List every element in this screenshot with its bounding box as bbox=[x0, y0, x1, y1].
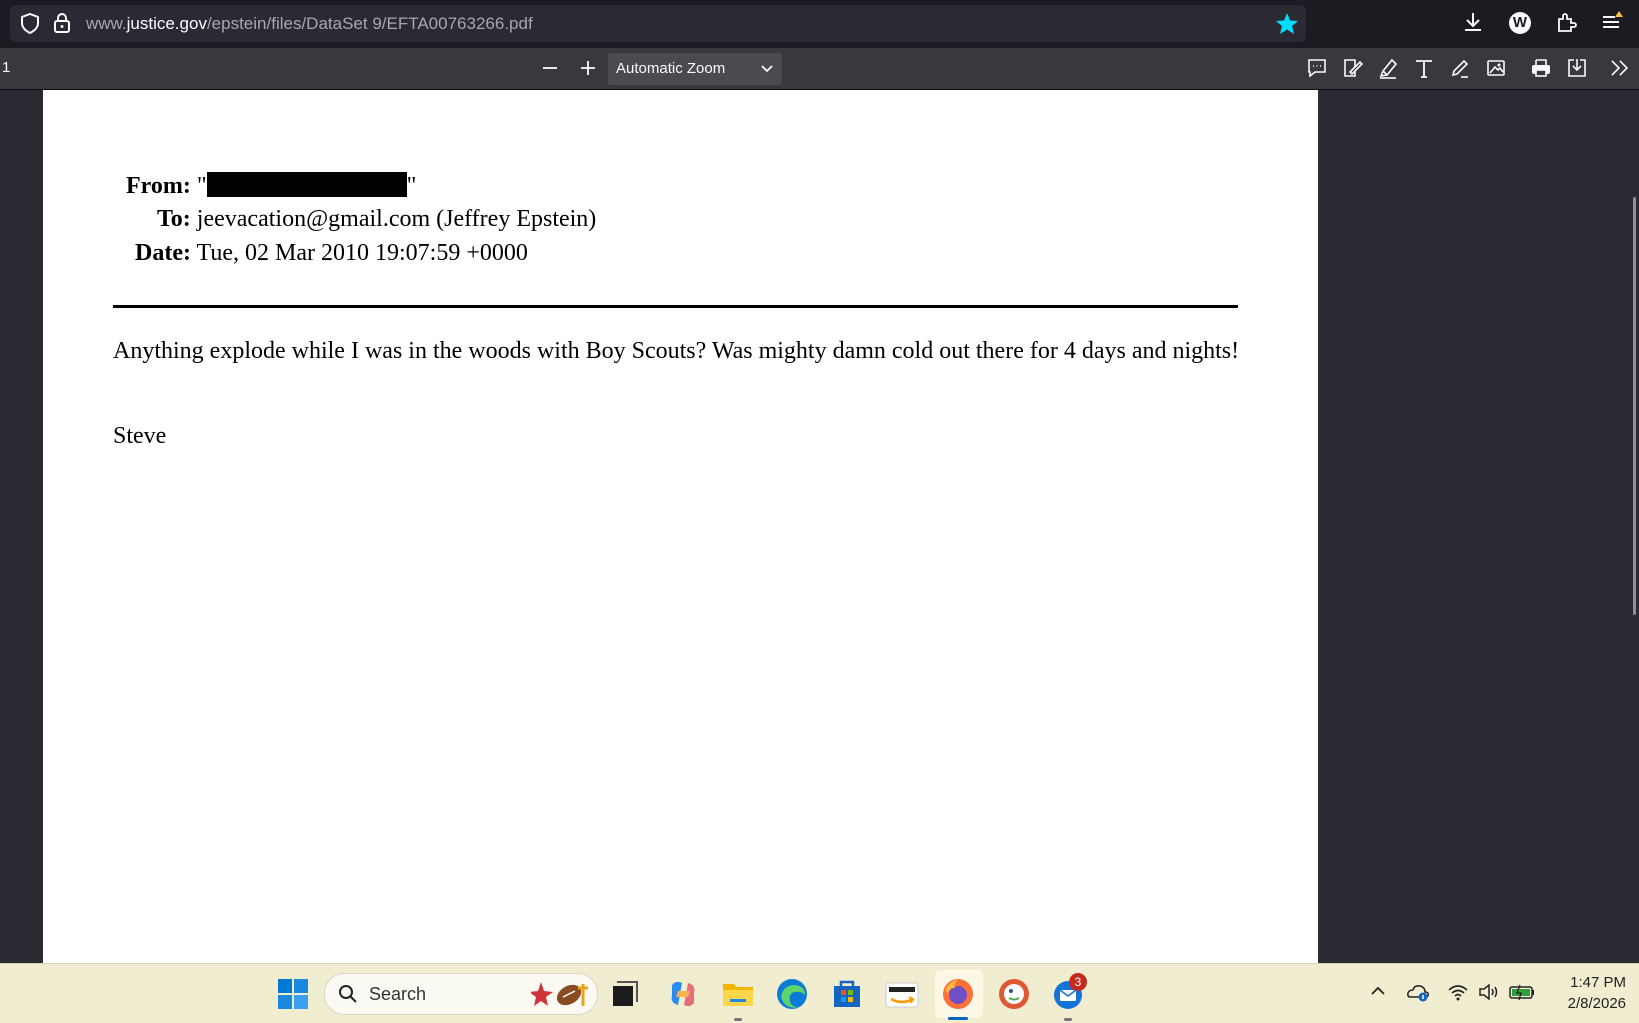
bookmark-star-icon[interactable] bbox=[1275, 12, 1299, 35]
volume-icon[interactable] bbox=[1477, 982, 1501, 1002]
search-placeholder: Search bbox=[369, 984, 427, 1004]
microsoft-store-icon[interactable] bbox=[830, 977, 864, 1011]
to-label: To: bbox=[157, 206, 191, 232]
widgets-icon[interactable] bbox=[531, 978, 593, 1010]
from-quote-open: " bbox=[196, 173, 207, 199]
browser-address-bar: www.justice.gov/epstein/files/DataSet 9/… bbox=[0, 0, 1639, 48]
zoom-in-icon[interactable] bbox=[579, 59, 597, 77]
from-row: From: " " bbox=[126, 172, 416, 200]
chevron-up-icon[interactable] bbox=[1370, 985, 1386, 997]
taskbar: Search 3 1:47 PM 2/8/2026 bbox=[0, 963, 1639, 1023]
date-value: Tue, 02 Mar 2010 19:07:59 +0000 bbox=[196, 240, 528, 266]
url-field[interactable]: www.justice.gov/epstein/files/DataSet 9/… bbox=[10, 5, 1306, 42]
edge-icon[interactable] bbox=[775, 977, 809, 1011]
url-text[interactable]: www.justice.gov/epstein/files/DataSet 9/… bbox=[86, 14, 533, 34]
file-explorer-running-indicator bbox=[734, 1018, 742, 1021]
url-path: /epstein/files/DataSet 9/EFTA00763266.pd… bbox=[206, 14, 533, 33]
amazon-icon[interactable] bbox=[885, 977, 919, 1011]
duckduckgo-icon[interactable] bbox=[997, 977, 1031, 1011]
redaction-block bbox=[206, 172, 407, 197]
header-divider bbox=[113, 305, 1238, 308]
print-icon[interactable] bbox=[1530, 57, 1552, 79]
pdf-toolbar: 1 Automatic Zoom bbox=[0, 48, 1639, 90]
save-icon[interactable] bbox=[1566, 57, 1588, 79]
thunderbird-running-indicator bbox=[1064, 1018, 1072, 1021]
date-row: Date: Tue, 02 Mar 2010 19:07:59 +0000 bbox=[135, 240, 528, 267]
image-icon[interactable] bbox=[1485, 57, 1507, 79]
menu-icon[interactable] bbox=[1600, 10, 1624, 34]
to-row: To: jeevacation@gmail.com (Jeffrey Epste… bbox=[157, 206, 596, 233]
task-view-icon[interactable] bbox=[608, 977, 642, 1011]
zoom-select[interactable]: Automatic Zoom bbox=[608, 53, 782, 85]
account-icon[interactable]: W bbox=[1509, 12, 1531, 34]
copilot-icon[interactable] bbox=[666, 977, 700, 1011]
onedrive-icon[interactable] bbox=[1406, 982, 1430, 1002]
url-domain-prefix: www. bbox=[86, 14, 127, 33]
pdf-viewer[interactable]: From: " " To: jeevacation@gmail.com (Jeff… bbox=[0, 90, 1639, 963]
file-explorer-icon[interactable] bbox=[721, 977, 755, 1011]
zoom-out-icon[interactable] bbox=[541, 59, 559, 77]
zoom-value: Automatic Zoom bbox=[616, 60, 726, 77]
shield-icon[interactable] bbox=[20, 13, 40, 34]
draw-icon[interactable] bbox=[1449, 57, 1471, 79]
highlight-icon[interactable] bbox=[1377, 57, 1399, 79]
email-signature: Steve bbox=[113, 423, 167, 449]
to-value: jeevacation@gmail.com (Jeffrey Epstein) bbox=[196, 206, 597, 232]
text-icon[interactable] bbox=[1413, 57, 1435, 79]
windows-start-icon[interactable] bbox=[276, 977, 310, 1011]
date-label: Date: bbox=[135, 240, 191, 266]
page-number[interactable]: 1 bbox=[2, 59, 10, 76]
url-domain: justice.gov bbox=[126, 14, 207, 33]
more-tools-icon[interactable] bbox=[1609, 58, 1631, 78]
taskbar-search[interactable]: Search bbox=[324, 973, 598, 1015]
clock-date: 2/8/2026 bbox=[1567, 995, 1626, 1012]
chevron-down-icon bbox=[761, 65, 773, 73]
extensions-icon[interactable] bbox=[1555, 11, 1577, 33]
battery-icon[interactable] bbox=[1508, 983, 1536, 1001]
signature-icon[interactable] bbox=[1341, 57, 1363, 79]
notification-badge: 3 bbox=[1069, 973, 1087, 991]
clock-time: 1:47 PM bbox=[1570, 974, 1626, 991]
download-icon[interactable] bbox=[1462, 11, 1484, 33]
firefox-icon[interactable] bbox=[941, 977, 975, 1011]
email-body: Anything explode while I was in the wood… bbox=[113, 338, 1240, 364]
from-label: From: bbox=[126, 173, 191, 199]
wifi-icon[interactable] bbox=[1447, 982, 1469, 1002]
comment-icon[interactable] bbox=[1306, 57, 1328, 79]
lock-icon[interactable] bbox=[53, 12, 71, 34]
scrollbar[interactable] bbox=[1633, 197, 1636, 615]
search-icon bbox=[339, 985, 357, 1003]
pdf-page: From: " " To: jeevacation@gmail.com (Jeff… bbox=[43, 90, 1318, 963]
from-quote-close: " bbox=[406, 173, 417, 199]
firefox-active-indicator bbox=[948, 1017, 968, 1020]
clock[interactable]: 1:47 PM 2/8/2026 bbox=[1540, 972, 1626, 1014]
